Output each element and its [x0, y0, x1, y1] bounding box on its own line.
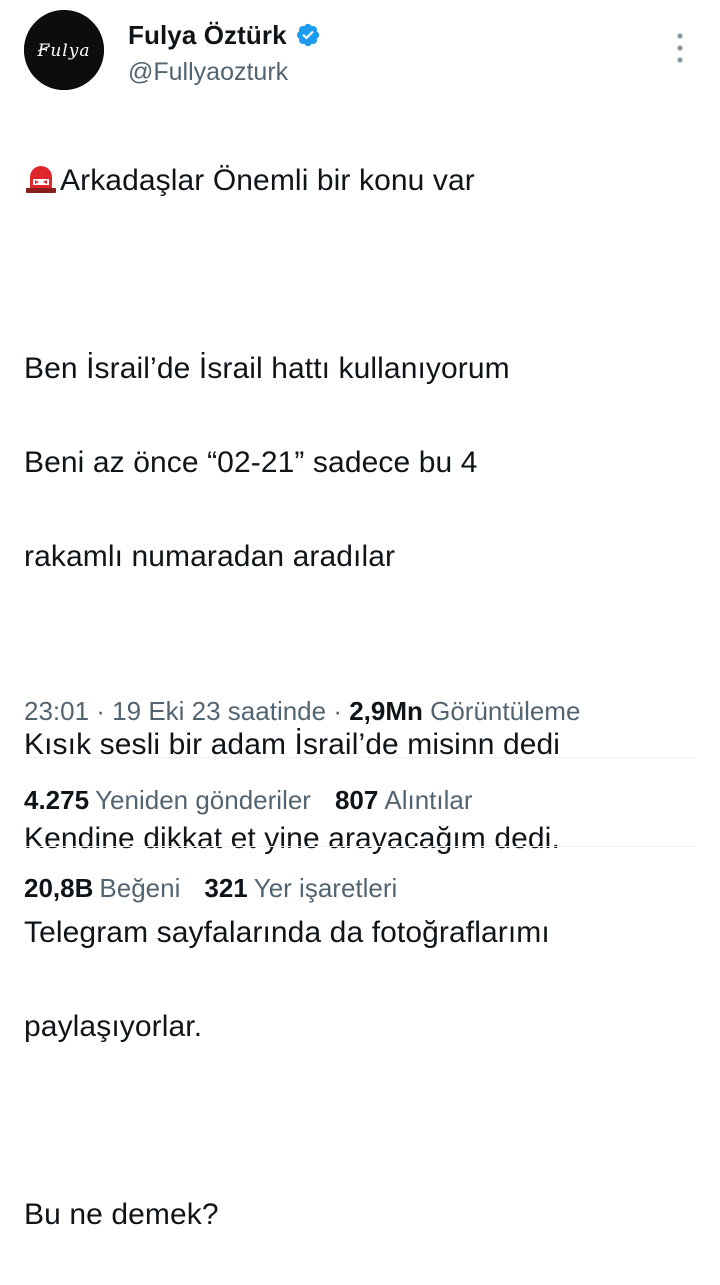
tweet-line: paylaşıyorlar. — [24, 1010, 203, 1043]
views-label: Görüntüleme — [430, 696, 581, 726]
retweets-stat[interactable]: 4.275 Yeniden gönderiler — [24, 785, 311, 816]
rotating-light-icon — [26, 166, 56, 193]
verified-badge-icon — [296, 23, 319, 47]
retweets-label: Yeniden gönderiler — [95, 785, 311, 815]
quotes-label: Alıntılar — [384, 785, 473, 815]
tweet-line-text: Arkadaşlar Önemli bir konu var — [60, 164, 475, 197]
tweet-line: rakamlı numaradan aradılar — [24, 540, 396, 573]
author-handle[interactable]: @Fullyaozturk — [128, 58, 288, 87]
bookmarks-stat[interactable]: 321 Yer işaretleri — [204, 873, 397, 904]
stats-row-engagement: 4.275 Yeniden gönderiler 807 Alıntılar — [24, 785, 497, 816]
tweet-line — [24, 251, 696, 298]
likes-count: 20,8B — [24, 873, 94, 903]
likes-label: Beğeni — [99, 873, 181, 903]
tweet-line — [24, 1097, 696, 1144]
avatar-signature: Fulya — [24, 10, 104, 90]
tweet-line: Telegram sayfalarında da fotoğraflarımı — [24, 916, 550, 949]
tweet-header: Fulya Fulya Öztürk @Fullyaozturk — [24, 10, 696, 90]
tweet-line — [24, 627, 696, 674]
svg-text:Fulya: Fulya — [37, 41, 91, 61]
views-count: 2,9Mn — [349, 696, 423, 726]
tweet-line: Beni az önce “02-21” sadece bu 4 — [24, 446, 478, 479]
avatar[interactable]: Fulya — [24, 10, 104, 90]
tweet-meta: 23:01 · 19 Eki 23 saatinde · 2,9Mn Görün… — [24, 696, 580, 727]
tweet-line: Kendine dikkat et yine arayacağım dedi. — [24, 822, 560, 855]
author-name-row: Fulya Öztürk — [128, 18, 321, 52]
tweet-line: Arkadaşlar Önemli bir konu var — [24, 157, 696, 204]
author-display-name[interactable]: Fulya Öztürk — [128, 20, 287, 51]
stats-row-likes: 20,8B Beğeni 321 Yer işaretleri — [24, 873, 421, 904]
bookmarks-count: 321 — [204, 873, 248, 903]
likes-stat[interactable]: 20,8B Beğeni — [24, 873, 180, 904]
bookmarks-label: Yer işaretleri — [253, 873, 398, 903]
more-vertical-icon[interactable] — [672, 30, 688, 66]
quotes-count: 807 — [334, 785, 379, 815]
retweets-count: 4.275 — [24, 785, 90, 815]
quotes-stat[interactable]: 807 Alıntılar — [335, 785, 473, 816]
tweet-line: Ben İsrail’de İsrail hattı kullanıyorum — [24, 352, 510, 385]
divider — [24, 757, 696, 758]
tweet-timestamp[interactable]: 23:01 · 19 Eki 23 saatinde · — [24, 696, 349, 726]
divider — [24, 846, 696, 847]
tweet-line: Bu ne demek? — [24, 1198, 219, 1231]
tweet-line: Kısık sesli bir adam İsrail’de misinn de… — [24, 728, 561, 761]
